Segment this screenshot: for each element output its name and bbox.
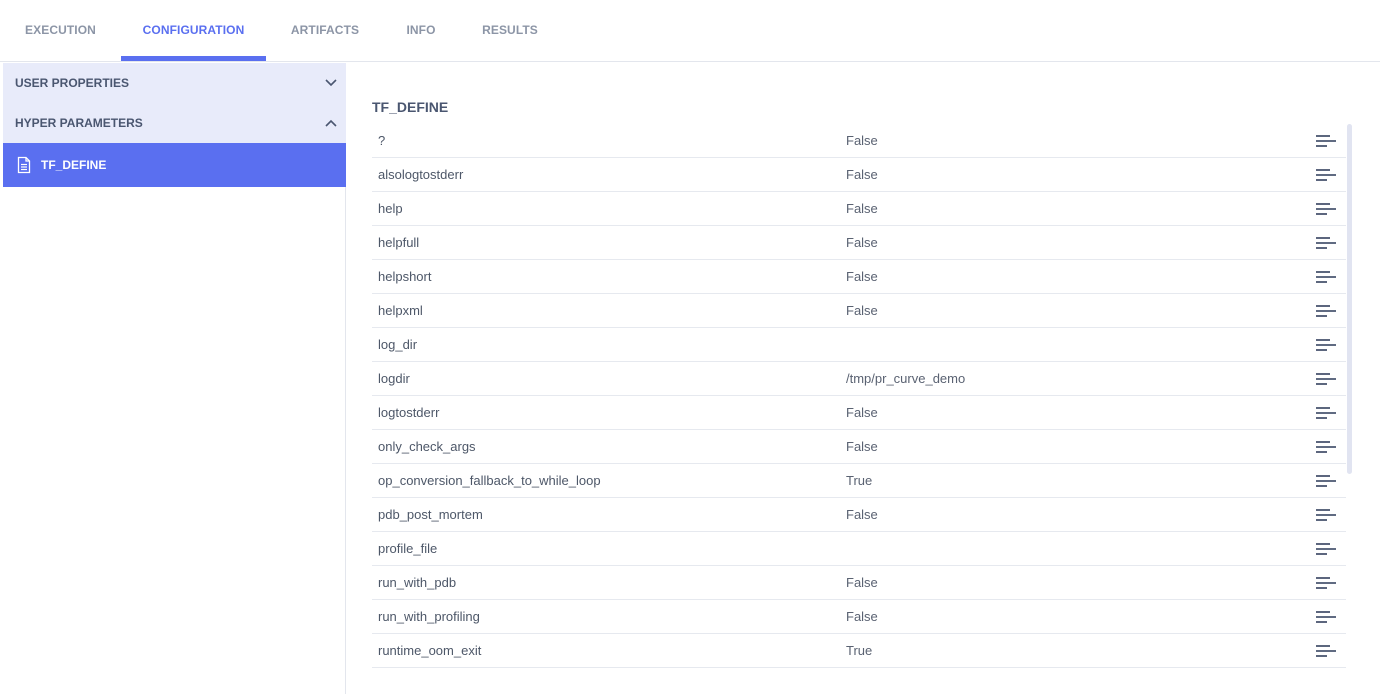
param-value: False [846,201,878,216]
param-key: ? [378,133,386,148]
file-icon [17,156,31,174]
scrollbar[interactable] [1347,124,1352,474]
param-key: helpshort [378,269,432,284]
table-row: only_check_args False [372,430,1346,464]
description-icon[interactable] [1316,236,1338,250]
param-key: op_conversion_fallback_to_while_loop [378,473,601,488]
description-icon[interactable] [1316,270,1338,284]
tab-artifacts[interactable]: ARTIFACTS [278,0,372,61]
param-key: logtostderr [378,405,440,420]
sidebar-item-tf-define[interactable]: TF_DEFINE [3,143,346,187]
param-key: helpfull [378,235,420,250]
tab-results[interactable]: RESULTS [470,0,550,61]
section-hyper-parameters[interactable]: HYPER PARAMETERS [3,103,346,143]
description-icon[interactable] [1316,202,1338,216]
table-row: logdir/tmp/pr_curve_demo [372,362,1346,396]
param-value: True [846,643,873,658]
table-row: alsologtostderr False [372,158,1346,192]
param-key: help [378,201,403,216]
table-row: run_with_profiling False [372,600,1346,634]
table-row: logtostderr False [372,396,1346,430]
sidebar-item-label: TF_DEFINE [41,158,107,172]
description-icon[interactable] [1316,168,1338,182]
tab-bar: EXECUTION CONFIGURATION ARTIFACTS INFO R… [0,0,1380,62]
param-key: log_dir [378,337,418,352]
param-key: runtime_oom_exit [378,643,482,658]
tab-configuration[interactable]: CONFIGURATION [121,0,266,61]
param-key: logdir [378,371,410,386]
table-row: log_dir [372,328,1346,362]
description-icon[interactable] [1316,304,1338,318]
table-row: runtime_oom_exit True [372,634,1346,668]
description-icon[interactable] [1316,644,1338,658]
active-tab-indicator [121,56,266,61]
description-icon[interactable] [1316,440,1338,454]
param-key: run_with_profiling [378,609,480,624]
table-row: run_with_pdb False [372,566,1346,600]
section-user-properties[interactable]: USER PROPERTIES [3,63,346,103]
table-row: pdb_post_mortem False [372,498,1346,532]
param-value: False [846,269,878,284]
section-label: USER PROPERTIES [15,76,130,90]
table-row: helpshort False [372,260,1346,294]
description-icon[interactable] [1316,474,1338,488]
param-value: False [846,133,878,148]
tab-info[interactable]: INFO [392,0,450,61]
param-value: True [846,473,873,488]
param-value: /tmp/pr_curve_demo [846,371,966,386]
table-row: ? False [372,124,1346,158]
param-value: False [846,575,878,590]
param-key: pdb_post_mortem [378,507,483,522]
param-key: alsologtostderr [378,167,464,182]
sidebar: USER PROPERTIES HYPER PARAMETERS TF_DEFI… [3,63,346,694]
param-key: only_check_args [378,439,476,454]
description-icon[interactable] [1316,134,1338,148]
description-icon[interactable] [1316,338,1338,352]
description-icon[interactable] [1316,508,1338,522]
parameters-table: ? False alsologtostderr False help False helpf… [372,124,1346,668]
param-value: False [846,609,878,624]
section-label: HYPER PARAMETERS [15,116,143,130]
description-icon[interactable] [1316,576,1338,590]
table-row: help False [372,192,1346,226]
param-key: helpxml [378,303,423,318]
param-value: False [846,507,878,522]
description-icon[interactable] [1316,542,1338,556]
description-icon[interactable] [1316,372,1338,386]
param-key: run_with_pdb [378,575,457,590]
table-row: profile_file [372,532,1346,566]
table-row: op_conversion_fallback_to_while_loop True [372,464,1346,498]
table-row: helpfull False [372,226,1346,260]
chevron-down-icon [325,79,337,87]
param-value: False [846,167,878,182]
param-value: False [846,235,878,250]
param-value: False [846,303,878,318]
table-row: helpxml False [372,294,1346,328]
description-icon[interactable] [1316,610,1338,624]
param-value: False [846,405,878,420]
description-icon[interactable] [1316,406,1338,420]
chevron-up-icon [325,119,337,127]
page-title: TF_DEFINE [372,99,449,115]
tab-execution[interactable]: EXECUTION [0,0,121,61]
param-value: False [846,439,878,454]
param-key: profile_file [378,541,438,556]
